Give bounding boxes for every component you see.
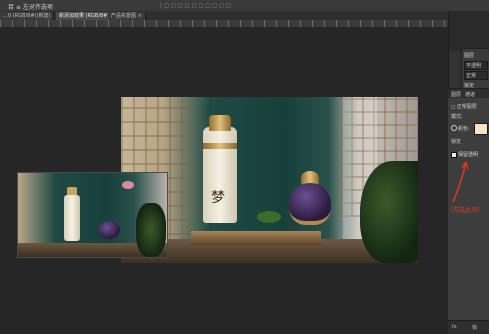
tab-layers[interactable]: 图层: [451, 91, 461, 98]
document-tab-bar: …0 (RGB/8#)(新建) 新添加效果 (RGB/8#)× 产品实景图 ×: [0, 11, 448, 20]
toolbar-separator-icon: | ◻ ◻ ◻ ◻ ◻ ◻ ◻ ◻ ◻ ◻: [160, 2, 231, 9]
bottle-band: [203, 143, 237, 149]
opacity-label: 不透明: [466, 63, 482, 69]
annotation-text: (勾选此项): [451, 207, 480, 214]
small-plant: [257, 211, 281, 223]
panel-title: 图层: [464, 53, 475, 59]
product-bottle: [64, 195, 80, 241]
tab-document-1[interactable]: …0 (RGB/8#)(新建): [0, 12, 55, 20]
gear-icon[interactable]: [451, 125, 457, 131]
product-stand: [191, 231, 321, 245]
bottle-cap: [209, 115, 231, 131]
product-jar: [289, 183, 331, 225]
preserve-transparency-label: 保留透明: [458, 152, 479, 158]
color-label: 颜色:: [458, 126, 470, 132]
preserve-transparency-checkbox[interactable]: [451, 152, 457, 158]
panel-header-area: [449, 11, 489, 51]
lock-label: 锁定: [451, 139, 462, 145]
lock-button[interactable]: 锁: [472, 324, 477, 331]
panel-tabs: 图层 通道: [448, 89, 489, 98]
plant-foliage: [360, 161, 418, 263]
color-swatch[interactable]: [474, 123, 488, 135]
fx-button[interactable]: fx: [452, 324, 457, 330]
mode-label: 模式:: [451, 114, 463, 120]
product-bottle: [203, 127, 237, 223]
product-jar: [98, 221, 120, 239]
menu-item-options[interactable]: 目 ≡ 左对齐选项: [8, 2, 53, 11]
bottle-glyph: 梦: [211, 190, 225, 206]
tab-channels[interactable]: 通道: [465, 91, 475, 98]
horizontal-ruler: [0, 20, 448, 27]
secondary-document-canvas[interactable]: [17, 172, 168, 258]
panel-bottom-bar: fx 锁: [448, 320, 489, 334]
blend-mode-label: 正常: [466, 73, 477, 79]
layer-type-row: ◻ 正常图层: [451, 104, 477, 110]
flower-petal: [122, 181, 134, 189]
tab-document-3[interactable]: 产品实景图 ×: [108, 12, 146, 20]
plant-foliage: [136, 203, 166, 257]
